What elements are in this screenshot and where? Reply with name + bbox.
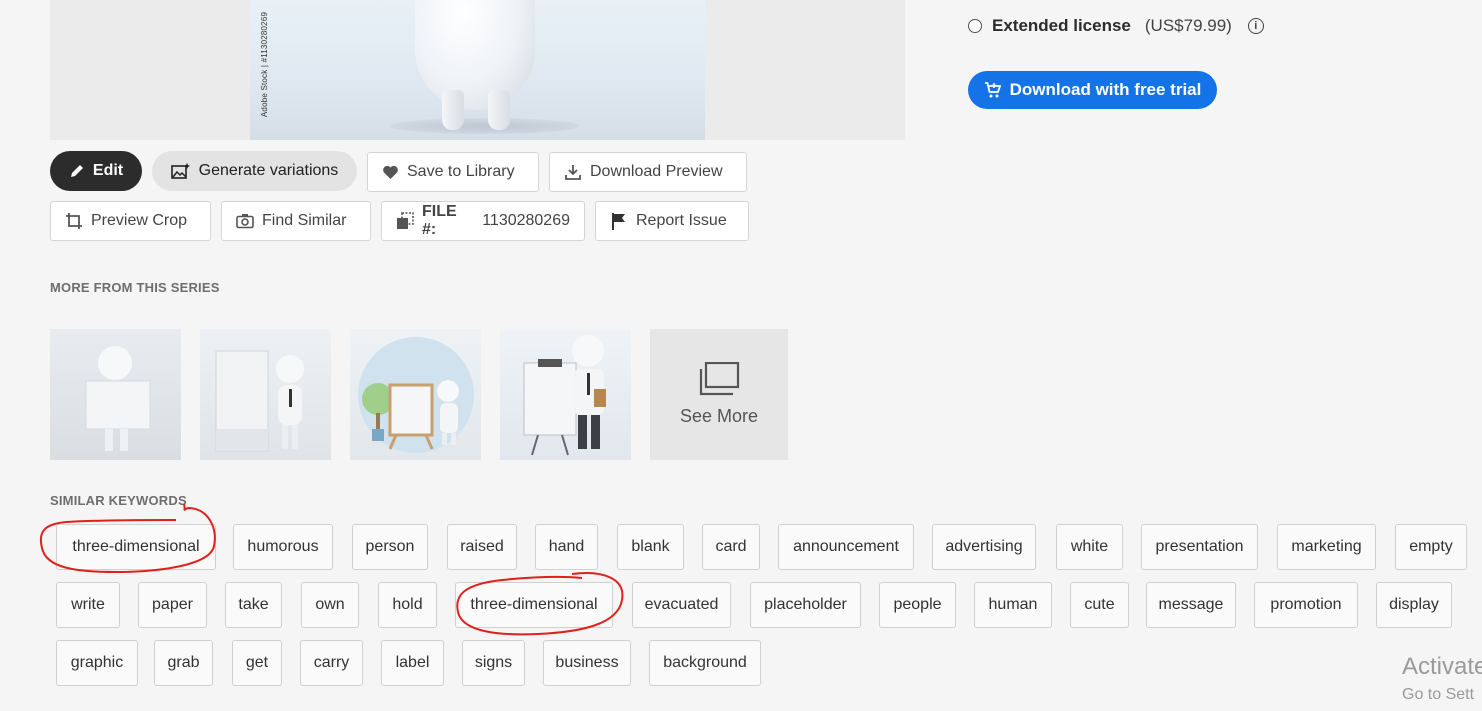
- generate-variations-label: Generate variations: [198, 162, 339, 179]
- figure-with-board-image: [215, 350, 304, 452]
- figure-with-easel-image: [358, 337, 474, 453]
- keyword-tag[interactable]: blank: [617, 524, 684, 570]
- stack-icon: [699, 362, 740, 396]
- keyword-tag[interactable]: announcement: [778, 524, 914, 570]
- figure-leg-right: [488, 90, 510, 130]
- file-number-button[interactable]: FILE #: 1130280269: [381, 201, 585, 241]
- keywords-heading: SIMILAR KEYWORDS: [50, 493, 187, 508]
- preview-crop-label: Preview Crop: [91, 212, 188, 229]
- report-issue-label: Report Issue: [636, 212, 727, 229]
- keyword-tag[interactable]: carry: [300, 640, 363, 686]
- series-thumbnail-2[interactable]: [200, 329, 331, 460]
- keyword-tag[interactable]: hold: [378, 582, 437, 628]
- keyword-tag[interactable]: humorous: [233, 524, 333, 570]
- radio-button[interactable]: [968, 19, 982, 33]
- pencil-icon: [70, 165, 83, 177]
- license-name: Extended license: [992, 16, 1131, 35]
- preview-crop-button[interactable]: Preview Crop: [50, 201, 211, 241]
- extended-license-option[interactable]: Extended license (US$79.99) i: [968, 16, 1264, 36]
- download-preview-button[interactable]: Download Preview: [549, 152, 747, 192]
- camera-icon: [236, 214, 254, 229]
- keyword-tag[interactable]: people: [879, 582, 956, 628]
- figure-shadow: [390, 118, 580, 134]
- preview-area: Adobe Stock | #1130280269: [50, 0, 905, 140]
- figure-holding-card-image: [85, 346, 151, 451]
- keyword-tag[interactable]: empty: [1395, 524, 1467, 570]
- keyword-tag[interactable]: person: [352, 524, 428, 570]
- find-similar-label: Find Similar: [262, 212, 347, 229]
- sparkle-image-icon: [170, 163, 190, 179]
- windows-activation-subtext: Go to Sett: [1402, 686, 1475, 703]
- edit-label: Edit: [92, 162, 124, 179]
- windows-activation-text: Activate: [1402, 653, 1482, 680]
- series-heading: MORE FROM THIS SERIES: [50, 280, 220, 295]
- keyword-tag[interactable]: placeholder: [750, 582, 861, 628]
- download-free-trial-button[interactable]: Download with free trial: [968, 71, 1217, 109]
- keyword-tag[interactable]: presentation: [1141, 524, 1258, 570]
- keyword-tag[interactable]: background: [649, 640, 761, 686]
- crop-icon: [66, 213, 82, 229]
- keyword-tag[interactable]: evacuated: [632, 582, 731, 628]
- file-number: 1130280269: [482, 212, 570, 229]
- save-to-library-label: Save to Library: [407, 163, 515, 180]
- series-thumbnail-4[interactable]: [500, 329, 631, 460]
- figure-with-clipboard-image: [523, 335, 606, 456]
- keyword-tag[interactable]: signs: [462, 640, 525, 686]
- heart-icon: [383, 165, 398, 179]
- keyword-tag[interactable]: raised: [447, 524, 517, 570]
- figure-body: [415, 0, 535, 110]
- keyword-tag[interactable]: display: [1376, 582, 1452, 628]
- keyword-tag[interactable]: own: [301, 582, 359, 628]
- license-price: (US$79.99): [1144, 16, 1232, 35]
- keyword-tag[interactable]: card: [702, 524, 760, 570]
- keyword-tag[interactable]: label: [381, 640, 444, 686]
- keyword-tag[interactable]: message: [1146, 582, 1236, 628]
- see-more-label: See More: [679, 406, 759, 426]
- watermark: Adobe Stock | #1130280269: [260, 11, 270, 118]
- figure-leg-left: [442, 90, 464, 130]
- keyword-tag[interactable]: business: [543, 640, 631, 686]
- keyword-tag[interactable]: get: [232, 640, 282, 686]
- series-thumbnail-1[interactable]: [50, 329, 181, 460]
- file-label: FILE #:: [422, 203, 457, 238]
- series-thumbnail-3[interactable]: [350, 329, 481, 460]
- copy-icon: [397, 212, 414, 229]
- find-similar-button[interactable]: Find Similar: [221, 201, 371, 241]
- keyword-tag[interactable]: three-dimensional: [455, 582, 613, 628]
- keyword-tag[interactable]: write: [56, 582, 120, 628]
- keyword-tag[interactable]: graphic: [56, 640, 138, 686]
- keyword-tag[interactable]: hand: [535, 524, 598, 570]
- download-free-trial-label: Download with free trial: [1009, 80, 1202, 99]
- save-to-library-button[interactable]: Save to Library: [367, 152, 539, 192]
- see-more-button[interactable]: See More: [650, 329, 788, 460]
- info-icon[interactable]: i: [1247, 18, 1264, 34]
- keyword-tag[interactable]: grab: [154, 640, 213, 686]
- keyword-tag[interactable]: advertising: [932, 524, 1036, 570]
- cart-icon: [984, 82, 1001, 98]
- report-issue-button[interactable]: Report Issue: [595, 201, 749, 241]
- keyword-tag[interactable]: three-dimensional: [56, 524, 216, 570]
- download-preview-label: Download Preview: [590, 163, 723, 180]
- keyword-tag[interactable]: promotion: [1254, 582, 1358, 628]
- preview-image[interactable]: Adobe Stock | #1130280269: [250, 0, 705, 140]
- keyword-tag[interactable]: cute: [1070, 582, 1129, 628]
- keyword-tag[interactable]: paper: [138, 582, 207, 628]
- generate-variations-button[interactable]: Generate variations: [152, 151, 357, 191]
- keyword-tag[interactable]: marketing: [1277, 524, 1376, 570]
- flag-icon: [612, 213, 625, 230]
- edit-button[interactable]: Edit: [50, 151, 142, 191]
- keyword-tag[interactable]: take: [225, 582, 282, 628]
- download-icon: [565, 165, 581, 180]
- keyword-tag[interactable]: human: [974, 582, 1052, 628]
- keyword-tag[interactable]: white: [1056, 524, 1123, 570]
